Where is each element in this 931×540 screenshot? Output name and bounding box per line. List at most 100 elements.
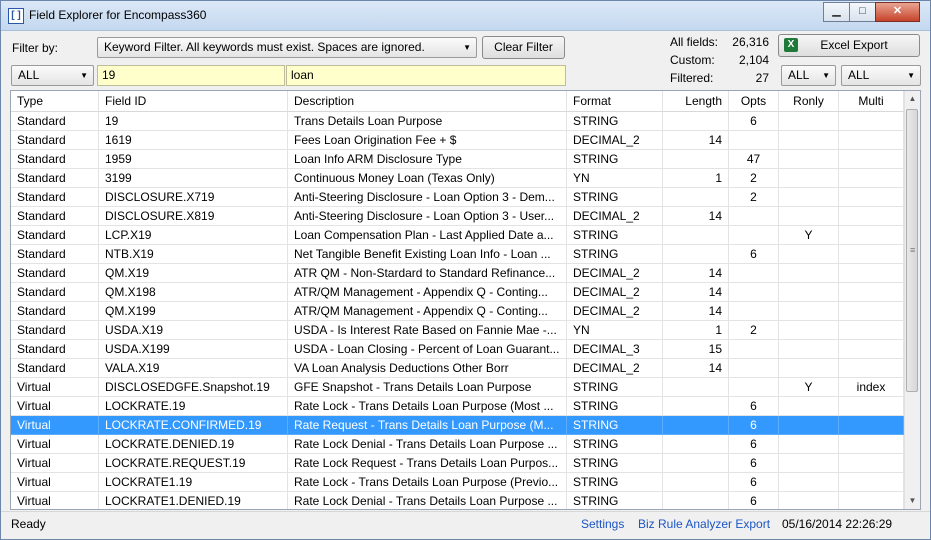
fields-grid: Type Field ID Description Format Length … [10, 90, 921, 510]
cell-field-id: LOCKRATE.CONFIRMED.19 [99, 416, 288, 435]
status-bar: Ready Settings Biz Rule Analyzer Export … [1, 511, 930, 539]
cell-opts: 6 [729, 454, 779, 473]
cell-ronly [779, 416, 839, 435]
cell-field-id: LCP.X19 [99, 226, 288, 245]
cell-description: Trans Details Loan Purpose [288, 112, 567, 131]
cell-length [663, 397, 729, 416]
column-header-opts[interactable]: Opts [729, 91, 779, 111]
scroll-down-icon[interactable]: ▼ [905, 493, 920, 509]
cell-multi [839, 264, 904, 283]
cell-format: DECIMAL_3 [567, 340, 663, 359]
table-row[interactable]: Standard 1959 Loan Info ARM Disclosure Typ… [11, 150, 904, 169]
table-row[interactable]: Standard QM.X19 ATR QM - Non-Stardard to S… [11, 264, 904, 283]
settings-link[interactable]: Settings [581, 517, 624, 531]
table-row[interactable]: Virtual LOCKRATE.CONFIRMED.19 Rate Request… [11, 416, 904, 435]
cell-opts [729, 302, 779, 321]
table-row[interactable]: Standard USDA.X19 USDA - Is Interest Rate … [11, 321, 904, 340]
cell-format: STRING [567, 397, 663, 416]
cell-ronly [779, 302, 839, 321]
table-row[interactable]: Virtual LOCKRATE.DENIED.19 Rate Lock Denia… [11, 435, 904, 454]
cell-type: Standard [11, 112, 99, 131]
cell-format: YN [567, 321, 663, 340]
column-header-ronly[interactable]: Ronly [779, 91, 839, 111]
excel-icon: X [784, 38, 798, 52]
cell-length [663, 454, 729, 473]
cell-description: Rate Lock - Trans Details Loan Purpose (… [288, 397, 567, 416]
maximize-button[interactable]: □ [849, 2, 876, 22]
cell-description: USDA - Loan Closing - Percent of Loan Gu… [288, 340, 567, 359]
column-header-multi[interactable]: Multi [839, 91, 904, 111]
column-header-type[interactable]: Type [11, 91, 99, 111]
table-row[interactable]: Standard LCP.X19 Loan Compensation Plan - … [11, 226, 904, 245]
clear-filter-button[interactable]: Clear Filter [482, 36, 565, 59]
close-button[interactable]: ✕ [875, 2, 920, 22]
cell-multi: index [839, 378, 904, 397]
table-row[interactable]: Standard USDA.X199 USDA - Loan Closing - P… [11, 340, 904, 359]
cell-multi [839, 150, 904, 169]
table-row[interactable]: Virtual LOCKRATE1.DENIED.19 Rate Lock Deni… [11, 492, 904, 509]
cell-length: 1 [663, 321, 729, 340]
table-row[interactable]: Virtual DISCLOSEDGFE.Snapshot.19 GFE Snaps… [11, 378, 904, 397]
table-row[interactable]: Standard DISCLOSURE.X819 Anti-Steering Dis… [11, 207, 904, 226]
cell-opts: 2 [729, 188, 779, 207]
table-row[interactable]: Standard 19 Trans Details Loan Purpose STRI… [11, 112, 904, 131]
table-row[interactable]: Virtual LOCKRATE.REQUEST.19 Rate Lock Requ… [11, 454, 904, 473]
filter-mode-dropdown[interactable]: Keyword Filter. All keywords must exist.… [97, 37, 477, 58]
column-header-format[interactable]: Format [567, 91, 663, 111]
table-row[interactable]: Standard QM.X199 ATR/QM Management - Appen… [11, 302, 904, 321]
cell-type: Standard [11, 226, 99, 245]
cell-opts [729, 226, 779, 245]
grid-header: Type Field ID Description Format Length … [11, 91, 904, 112]
filter-toolbar: Filter by: Keyword Filter. All keywords … [1, 31, 930, 89]
minimize-button[interactable]: ▁ [823, 2, 850, 22]
cell-description: Rate Request - Trans Details Loan Purpos… [288, 416, 567, 435]
table-row[interactable]: Standard 3199 Continuous Money Loan (Texas… [11, 169, 904, 188]
cell-field-id: LOCKRATE.19 [99, 397, 288, 416]
table-row[interactable]: Standard QM.X198 ATR/QM Management - Appen… [11, 283, 904, 302]
cell-opts: 6 [729, 112, 779, 131]
custom-value: 2,104 [738, 53, 769, 67]
table-row[interactable]: Standard NTB.X19 Net Tangible Benefit Exis… [11, 245, 904, 264]
scroll-thumb[interactable]: ≡ [906, 109, 918, 392]
multi-filter-dropdown[interactable]: ALL ▼ [841, 65, 921, 86]
cell-field-id: LOCKRATE1.DENIED.19 [99, 492, 288, 509]
field-id-filter-input[interactable]: 19 [97, 65, 285, 86]
cell-multi [839, 283, 904, 302]
table-row[interactable]: Virtual LOCKRATE.19 Rate Lock - Trans Deta… [11, 397, 904, 416]
description-filter-input[interactable]: loan [286, 65, 566, 86]
column-header-length[interactable]: Length [663, 91, 729, 111]
cell-description: Rate Lock Request - Trans Details Loan P… [288, 454, 567, 473]
main-window: [ ] Field Explorer for Encompass360 ▁ □ … [0, 0, 931, 540]
vertical-scrollbar[interactable]: ▲ ≡ ▼ [904, 91, 920, 509]
cell-format: YN [567, 169, 663, 188]
cell-opts [729, 340, 779, 359]
scroll-up-icon[interactable]: ▲ [905, 91, 920, 107]
column-header-field-id[interactable]: Field ID [99, 91, 288, 111]
column-header-description[interactable]: Description [288, 91, 567, 111]
filter-label: Filter by: [12, 41, 59, 55]
cell-opts: 6 [729, 416, 779, 435]
cell-type: Standard [11, 264, 99, 283]
table-row[interactable]: Standard 1619 Fees Loan Origination Fee + … [11, 131, 904, 150]
cell-opts: 6 [729, 245, 779, 264]
cell-type: Virtual [11, 416, 99, 435]
cell-ronly [779, 207, 839, 226]
chevron-down-icon: ▼ [463, 43, 471, 52]
cell-multi [839, 131, 904, 150]
cell-ronly [779, 435, 839, 454]
excel-export-button[interactable]: X Excel Export [778, 34, 920, 57]
ronly-filter-dropdown[interactable]: ALL ▼ [781, 65, 836, 86]
cell-type: Standard [11, 283, 99, 302]
type-filter-dropdown[interactable]: ALL ▼ [11, 65, 94, 86]
cell-field-id: LOCKRATE1.19 [99, 473, 288, 492]
cell-description: Anti-Steering Disclosure - Loan Option 3… [288, 207, 567, 226]
cell-length [663, 226, 729, 245]
cell-length [663, 112, 729, 131]
cell-type: Virtual [11, 492, 99, 509]
cell-description: Fees Loan Origination Fee + $ [288, 131, 567, 150]
table-row[interactable]: Virtual LOCKRATE1.19 Rate Lock - Trans Det… [11, 473, 904, 492]
table-row[interactable]: Standard DISCLOSURE.X719 Anti-Steering Dis… [11, 188, 904, 207]
biz-rule-analyzer-export-link[interactable]: Biz Rule Analyzer Export [638, 517, 770, 531]
cell-length: 1 [663, 169, 729, 188]
table-row[interactable]: Standard VALA.X19 VA Loan Analysis Deducti… [11, 359, 904, 378]
